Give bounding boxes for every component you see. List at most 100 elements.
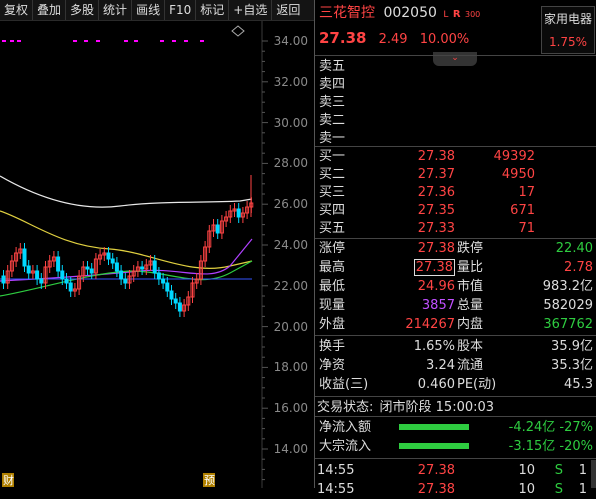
toolbar-fuquan-button[interactable]: 复权 (0, 0, 34, 20)
candle-body (156, 272, 161, 280)
toolbar-stats-button[interactable]: 统计 (99, 0, 133, 20)
candle-body (123, 278, 128, 284)
fund-row[interactable]: 换手 1.65% 股本 35.9亿 (315, 337, 596, 356)
bid-label: 买一 (319, 149, 346, 164)
stat-label: 现量 (319, 298, 346, 313)
toolbar-draw-button[interactable]: 画线 (132, 0, 166, 20)
toolbar-f10-button[interactable]: F10 (165, 0, 197, 20)
bid-row[interactable]: 买四 27.35 671 (315, 201, 596, 220)
diamond-icon[interactable] (231, 25, 245, 37)
stat-label: 市值 (457, 279, 484, 294)
candle-body (1, 275, 6, 284)
y-axis-label: 26.00 (273, 197, 308, 212)
stat-value: 3857 (421, 298, 455, 313)
stat-row[interactable]: 外盘 214267 内盘 367762 (315, 315, 596, 334)
fund-value: 45.3 (564, 377, 593, 392)
stat-row[interactable]: 最高 27.38 量比 2.78 (315, 258, 596, 277)
candle-body (165, 282, 170, 292)
ask-row[interactable]: 卖五 (315, 57, 596, 76)
fund-row[interactable]: 净资 3.24 流通 35.3亿 (315, 356, 596, 375)
tick-row[interactable]: 14:55 27.38 10 S 1 (315, 480, 596, 499)
candle-body (140, 266, 145, 270)
candle-body (56, 256, 61, 272)
fund-value: 1.65% (413, 339, 455, 354)
candle-body (68, 282, 73, 292)
price-change-pct: 10.00% (419, 32, 470, 47)
y-axis-label: 34.00 (273, 34, 308, 48)
tick-count: 1 (578, 463, 587, 478)
tick-count: 1 (578, 482, 587, 497)
tick-time: 14:55 (317, 463, 355, 478)
stat-label: 外盘 (319, 317, 346, 332)
bid-label: 买五 (319, 221, 346, 236)
ma-yellow-line (0, 210, 253, 270)
industry-box[interactable]: 家用电器 1.75% (541, 6, 595, 54)
tick-volume: 10 (518, 482, 535, 497)
bid-volume: 17 (518, 185, 535, 200)
divider (315, 458, 596, 459)
tick-scrollbar[interactable] (591, 460, 596, 488)
ask-row[interactable]: 卖三 (315, 93, 596, 112)
fund-row[interactable]: 收益(三) 0.460 PE(动) 45.3 (315, 375, 596, 394)
stock-name: 三花智控 (319, 5, 375, 21)
kline-chart-svg[interactable]: 财 预 (0, 21, 314, 488)
bid-row[interactable]: 买三 27.36 17 (315, 183, 596, 202)
bid-price: 27.37 (417, 167, 455, 182)
bid-price: 27.33 (417, 221, 455, 236)
toolbar-back-button[interactable]: 返回 (272, 0, 304, 20)
ma-white-line (0, 175, 253, 208)
tick-price: 27.38 (417, 482, 455, 497)
tick-direction: S (554, 482, 563, 497)
candle-body (173, 298, 178, 304)
toolbar-add-watchlist-button[interactable]: +自选 (229, 0, 273, 20)
stat-label: 最低 (319, 279, 346, 294)
candle-body (85, 266, 90, 270)
candle-body (169, 290, 174, 300)
fund-label: 换手 (319, 339, 346, 354)
bid-row[interactable]: 买一 27.38 49392 (315, 147, 596, 166)
ask-row[interactable]: 卖二 (315, 111, 596, 130)
tick-price: 27.38 (417, 463, 455, 478)
bid-row[interactable]: 买五 27.33 71 (315, 219, 596, 238)
flow-value: -3.15亿 -20% (508, 439, 593, 454)
stat-row[interactable]: 最低 24.96 市值 983.2亿 (315, 277, 596, 296)
stat-row[interactable]: 现量 3857 总量 582029 (315, 296, 596, 315)
tick-volume: 10 (518, 463, 535, 478)
fund-label: 收益(三) (319, 377, 369, 392)
toolbar-mark-button[interactable]: 标记 (196, 0, 230, 20)
fund-value: 35.9亿 (551, 339, 593, 354)
kline-chart[interactable]: 财 预 34.00 32.00 30.00 28.00 26.00 24.00 22.00 2… (0, 21, 314, 488)
y-axis-label: 22.00 (273, 278, 308, 293)
bid-volume: 671 (510, 203, 535, 218)
candle-body (89, 268, 94, 274)
bid-price: 27.36 (417, 185, 455, 200)
price-change: 2.49 (378, 32, 408, 47)
y-axis-label: 28.00 (273, 156, 308, 171)
divider (315, 55, 596, 56)
ask-row[interactable]: 卖四 (315, 75, 596, 94)
bid-volume: 71 (518, 221, 535, 236)
ask-label: 卖三 (319, 95, 346, 110)
stat-label: 总量 (457, 298, 484, 313)
y-axis-label: 18.00 (273, 360, 308, 375)
bid-volume: 49392 (493, 149, 535, 164)
quote-panel: 三花智控 002050 L R 300 27.38 2.49 10.00% 家用… (314, 0, 596, 497)
margin-badge-r: R (452, 9, 461, 20)
toolbar-overlay-button[interactable]: 叠加 (33, 0, 67, 20)
toolbar-multistock-button[interactable]: 多股 (66, 0, 100, 20)
candle-body (22, 248, 27, 267)
y-axis-ticks (262, 40, 268, 481)
y-axis-label: 16.00 (273, 401, 308, 416)
candle-body (177, 302, 182, 312)
stat-row[interactable]: 涨停 27.38 跌停 22.40 (315, 239, 596, 258)
stat-label: 涨停 (319, 241, 346, 256)
bid-label: 买二 (319, 167, 346, 182)
candle-body (161, 278, 166, 284)
candle-body (119, 270, 124, 280)
fund-label: 净资 (319, 358, 346, 373)
bid-row[interactable]: 买二 27.37 4950 (315, 165, 596, 184)
tick-direction: S (554, 463, 563, 478)
tick-time: 14:55 (317, 482, 355, 497)
last-price: 27.38 (319, 29, 367, 47)
tick-row[interactable]: 14:55 27.38 10 S 1 (315, 461, 596, 480)
